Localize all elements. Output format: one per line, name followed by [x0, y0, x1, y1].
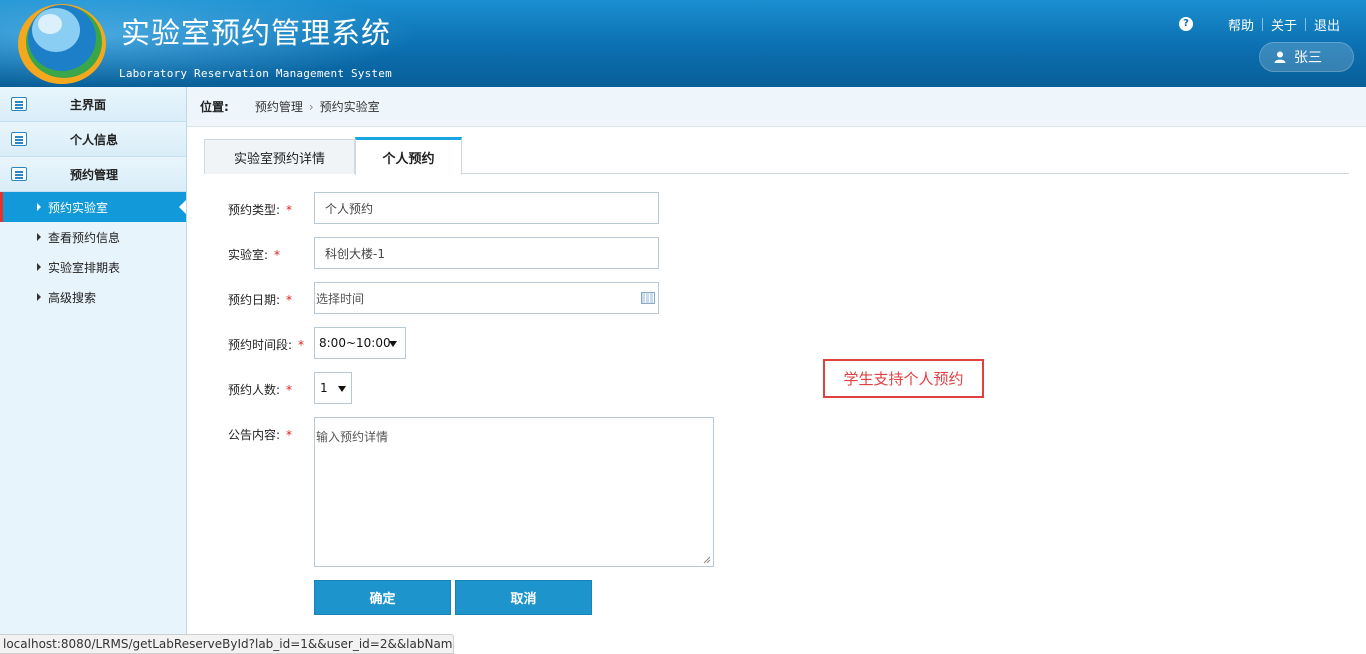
user-menu[interactable]: 张三 [1259, 42, 1354, 72]
reservation-details-textarea[interactable]: 输入预约详情 [314, 417, 714, 567]
sidebar-item-lab-schedule[interactable]: 实验室排期表 [0, 252, 186, 282]
lab-value: 科创大楼-1 [325, 246, 385, 261]
breadcrumb-item: 预约实验室 [319, 100, 380, 114]
breadcrumb-label: 位置: [200, 100, 229, 114]
required-mark: * [286, 382, 293, 397]
caret-right-icon [37, 203, 41, 211]
count-label: 预约人数: [228, 383, 281, 397]
slot-label: 预约时间段: [228, 338, 293, 352]
resize-grip-icon[interactable] [703, 556, 711, 564]
sidebar-item-label: 查看预约信息 [48, 230, 121, 245]
required-mark: * [274, 247, 281, 262]
help-icon[interactable]: ? [1179, 17, 1193, 31]
breadcrumb-separator: › [308, 99, 314, 114]
required-mark: * [286, 202, 293, 217]
date-field[interactable]: 选择时间 [314, 282, 659, 314]
tab-bar: 实验室预约详情 个人预约 [204, 137, 1349, 175]
sidebar-item-reserve-lab[interactable]: 预约实验室 [0, 192, 186, 222]
time-slot-value: 8:00~10:00 [319, 336, 391, 350]
user-icon [1274, 51, 1286, 63]
reservation-type-field[interactable]: 个人预约 [314, 192, 659, 224]
confirm-button[interactable]: 确定 [314, 580, 451, 615]
reservation-details-placeholder: 输入预约详情 [316, 430, 389, 444]
app-subtitle: Laboratory Reservation Management System [119, 67, 392, 80]
reservation-type-value: 个人预约 [325, 201, 374, 216]
type-label-row: 预约类型: * [228, 201, 292, 218]
about-link[interactable]: 关于 [1271, 15, 1297, 34]
people-count-value: 1 [320, 381, 328, 395]
calendar-icon[interactable] [641, 292, 655, 304]
lab-field[interactable]: 科创大楼-1 [314, 237, 659, 269]
app-title: 实验室预约管理系统 [121, 16, 392, 50]
caret-right-icon [37, 293, 41, 301]
time-slot-select[interactable]: 8:00~10:00 [314, 327, 406, 359]
date-label: 预约日期: [228, 293, 281, 307]
count-label-row: 预约人数: * [228, 381, 292, 398]
tab-personal-reservation[interactable]: 个人预约 [355, 137, 462, 175]
breadcrumb: 位置: 预约管理 › 预约实验室 [187, 87, 1366, 127]
chevron-down-icon [389, 341, 397, 347]
sidebar-section-home[interactable]: 主界面 [0, 87, 186, 122]
content-label-row: 公告内容: * [228, 426, 292, 443]
sidebar: 主界面 个人信息 预约管理 预约实验室 查看预约信息 实验室排期表 高级搜索 [0, 87, 187, 654]
date-placeholder: 选择时间 [316, 291, 365, 306]
help-link[interactable]: 帮助 [1228, 15, 1254, 34]
app-header: 实验室预约管理系统 Laboratory Reservation Managem… [0, 0, 1366, 87]
lab-label-row: 实验室: * [228, 246, 280, 263]
type-label: 预约类型: [228, 203, 281, 217]
logout-link[interactable]: 退出 [1314, 15, 1340, 34]
sidebar-item-label: 预约实验室 [48, 200, 109, 215]
lab-label: 实验室: [228, 248, 269, 262]
chevron-down-icon [338, 386, 346, 392]
sidebar-section-label: 预约管理 [70, 167, 119, 182]
caret-right-icon [37, 233, 41, 241]
sidebar-section-label: 个人信息 [70, 132, 119, 147]
annotation-box: 学生支持个人预约 [823, 359, 984, 398]
date-label-row: 预约日期: * [228, 291, 292, 308]
sidebar-item-label: 实验室排期表 [48, 260, 121, 275]
breadcrumb-item[interactable]: 预约管理 [255, 98, 303, 115]
user-name: 张三 [1294, 50, 1322, 66]
sidebar-item-label: 高级搜索 [48, 290, 97, 305]
required-mark: * [286, 292, 293, 307]
top-nav: 帮助 关于 退出 [1228, 15, 1340, 34]
sidebar-section-reservation[interactable]: 预约管理 [0, 157, 186, 192]
people-count-select[interactable]: 1 [314, 372, 352, 404]
nav-divider [1305, 18, 1307, 31]
app-logo [12, 0, 112, 86]
sidebar-section-label: 主界面 [70, 97, 107, 112]
nav-divider [1262, 18, 1264, 31]
cancel-button[interactable]: 取消 [455, 580, 592, 615]
list-icon [11, 97, 27, 111]
content-label: 公告内容: [228, 428, 281, 442]
required-mark: * [286, 427, 293, 442]
sidebar-item-view-reservations[interactable]: 查看预约信息 [0, 222, 186, 252]
sidebar-section-profile[interactable]: 个人信息 [0, 122, 186, 157]
tab-lab-reservation-details[interactable]: 实验室预约详情 [204, 139, 355, 174]
list-icon [11, 167, 27, 181]
slot-label-row: 预约时间段: * [228, 336, 304, 353]
required-mark: * [298, 337, 305, 352]
caret-right-icon [37, 263, 41, 271]
list-icon [11, 132, 27, 146]
sidebar-item-advanced-search[interactable]: 高级搜索 [0, 282, 186, 312]
status-url-bar: localhost:8080/LRMS/getLabReserveById?la… [0, 634, 454, 654]
